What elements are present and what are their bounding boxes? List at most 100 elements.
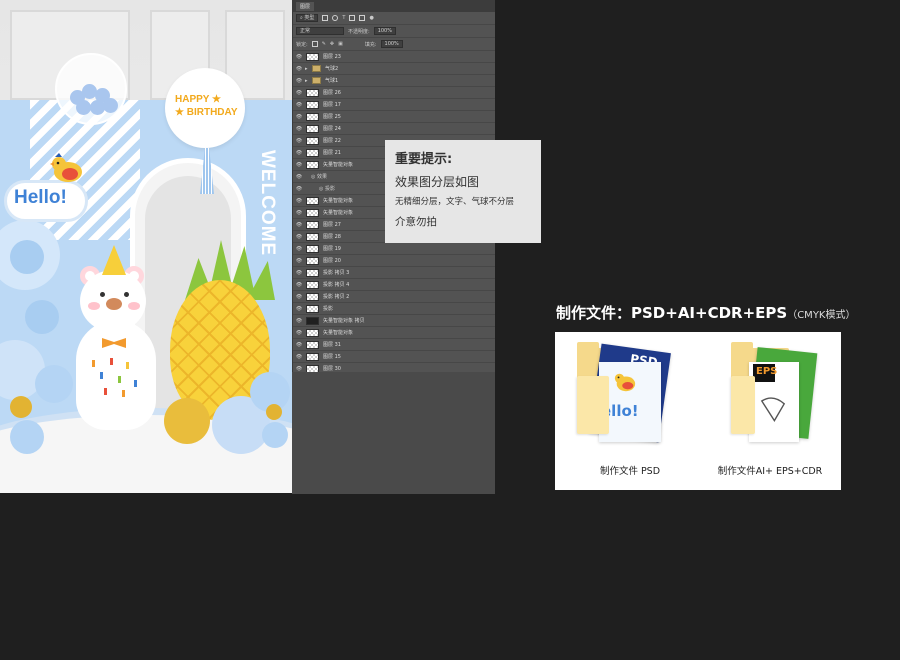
- visibility-eye-icon[interactable]: 👁: [293, 90, 305, 96]
- visibility-eye-icon[interactable]: 👁: [293, 174, 305, 180]
- layer-row[interactable]: 👁 图层 23: [293, 51, 495, 63]
- filter-toggle-icon[interactable]: ●: [369, 15, 373, 21]
- lock-move-icon[interactable]: ✥: [330, 41, 334, 47]
- layer-thumbnail: [306, 136, 319, 145]
- shape-filter-icon[interactable]: [349, 15, 356, 21]
- tab-layers[interactable]: 图层: [296, 1, 315, 11]
- lock-transparent-icon[interactable]: [311, 41, 318, 47]
- confetti: [126, 362, 129, 369]
- balloon-blue: [262, 422, 288, 448]
- visibility-eye-icon[interactable]: 👁: [293, 282, 305, 288]
- visibility-eye-icon[interactable]: 👁: [293, 318, 305, 324]
- filter-kind-value: 类型: [304, 15, 315, 21]
- visibility-eye-icon[interactable]: 👁: [293, 210, 305, 216]
- confetti: [110, 358, 113, 365]
- visibility-eye-icon[interactable]: 👁: [293, 54, 305, 60]
- layer-name: 图层 24: [323, 126, 341, 132]
- search-icon: ⌕: [300, 15, 303, 21]
- layer-thumbnail: [306, 112, 319, 121]
- bear-cheek: [128, 302, 140, 310]
- eps-badge: EPS: [756, 366, 778, 377]
- layer-name: 气球2: [325, 66, 339, 72]
- visibility-eye-icon[interactable]: 👁: [293, 234, 305, 240]
- visibility-eye-icon[interactable]: 👁: [293, 306, 305, 312]
- folder-front: [731, 376, 755, 434]
- filter-kind-select[interactable]: ⌕ 类型: [296, 14, 319, 22]
- layer-row[interactable]: 👁 图层 24: [293, 123, 495, 135]
- layer-row[interactable]: 👁 投影: [293, 303, 495, 315]
- layer-row[interactable]: 👁 投影 拷贝 4: [293, 279, 495, 291]
- layer-row[interactable]: 👁 图层 17: [293, 99, 495, 111]
- visibility-eye-icon[interactable]: 👁: [293, 246, 305, 252]
- ai-eps-cdr-file[interactable]: EPS 制作文件AI+ EPS+CDR: [705, 340, 835, 485]
- visibility-eye-icon[interactable]: 👁: [293, 78, 305, 84]
- layer-name: 图层 22: [323, 138, 341, 144]
- visibility-eye-icon[interactable]: 👁: [293, 138, 305, 144]
- bird-illustration: [50, 153, 82, 182]
- layer-row[interactable]: 👁 投影 拷贝 3: [293, 267, 495, 279]
- visibility-eye-icon[interactable]: 👁: [293, 330, 305, 336]
- layer-name: 图层 20: [323, 258, 341, 264]
- visibility-eye-icon[interactable]: 👁: [293, 354, 305, 360]
- visibility-eye-icon[interactable]: 👁: [293, 150, 305, 156]
- layer-row[interactable]: 👁 图层 25: [293, 111, 495, 123]
- visibility-eye-icon[interactable]: 👁: [293, 270, 305, 276]
- mini-balloon: [76, 100, 91, 115]
- visibility-eye-icon[interactable]: 👁: [293, 258, 305, 264]
- layer-row[interactable]: 👁 图层 19: [293, 243, 495, 255]
- visibility-eye-icon[interactable]: 👁: [293, 66, 305, 72]
- visibility-eye-icon[interactable]: 👁: [293, 342, 305, 348]
- lock-all-icon[interactable]: ▣: [338, 41, 343, 47]
- layer-thumbnail: [306, 304, 319, 313]
- blend-mode-select[interactable]: 正常: [296, 27, 344, 35]
- confetti: [104, 388, 107, 395]
- visibility-eye-icon[interactable]: 👁: [293, 102, 305, 108]
- smart-object-filter-icon[interactable]: [359, 15, 366, 21]
- layer-thumbnail: [306, 316, 319, 325]
- files-card: PSD ello! 制作文件 PSD EPS 制作文件AI+ EPS+CDR: [555, 332, 841, 490]
- party-hat: [102, 245, 126, 275]
- visibility-eye-icon[interactable]: 👁: [293, 222, 305, 228]
- visibility-eye-icon[interactable]: 👁: [293, 366, 305, 372]
- visibility-eye-icon[interactable]: 👁: [293, 114, 305, 120]
- layer-name: 图层 19: [323, 246, 341, 252]
- layer-row[interactable]: 👁 矢量智能对象 拷贝: [293, 315, 495, 327]
- adjustment-filter-icon[interactable]: [332, 15, 339, 21]
- visibility-eye-icon[interactable]: 👁: [293, 294, 305, 300]
- mini-balloon: [103, 98, 118, 113]
- type-filter-icon[interactable]: T: [342, 15, 345, 21]
- visibility-eye-icon[interactable]: 👁: [293, 186, 305, 192]
- layer-row[interactable]: 👁 图层 20: [293, 255, 495, 267]
- filter-row: ⌕ 类型 T ●: [293, 12, 495, 25]
- layer-name: 图层 23: [323, 54, 341, 60]
- balloon-blue: [25, 300, 59, 334]
- balloon-blue: [10, 420, 44, 454]
- folder-icon: [312, 77, 321, 84]
- visibility-eye-icon[interactable]: 👁: [293, 126, 305, 132]
- bear-eye: [124, 292, 129, 297]
- layer-row[interactable]: 👁 图层 31: [293, 339, 495, 351]
- visibility-eye-icon[interactable]: 👁: [293, 198, 305, 204]
- balloon-blue: [10, 240, 44, 274]
- panel-tabbar: 图层: [293, 0, 495, 12]
- confetti: [134, 380, 137, 387]
- layer-row[interactable]: 👁 图层 26: [293, 87, 495, 99]
- opacity-input[interactable]: 100%: [373, 27, 396, 35]
- layer-row[interactable]: 👁 矢量智能对象: [293, 327, 495, 339]
- visibility-eye-icon[interactable]: 👁: [293, 162, 305, 168]
- expand-arrow-icon[interactable]: ▸: [305, 66, 311, 72]
- psd-file[interactable]: PSD ello! 制作文件 PSD: [565, 340, 695, 485]
- expand-arrow-icon[interactable]: ▸: [305, 78, 311, 84]
- layer-thumbnail: [306, 256, 319, 265]
- layer-name: 图层 21: [323, 150, 341, 156]
- lock-paint-icon[interactable]: ✎: [322, 41, 326, 47]
- layer-row[interactable]: 👁 投影 拷贝 2: [293, 291, 495, 303]
- layer-thumbnail: [306, 220, 319, 229]
- layer-row[interactable]: 👁 ▸ 气球1: [293, 75, 495, 87]
- layer-row[interactable]: 👁 ▸ 气球2: [293, 63, 495, 75]
- layer-thumbnail: [306, 160, 319, 169]
- layer-row[interactable]: 👁 图层 15: [293, 351, 495, 363]
- blend-row: 正常 不透明度: 100%: [293, 25, 495, 38]
- image-filter-icon[interactable]: [322, 15, 329, 21]
- fill-input[interactable]: 100%: [380, 40, 403, 48]
